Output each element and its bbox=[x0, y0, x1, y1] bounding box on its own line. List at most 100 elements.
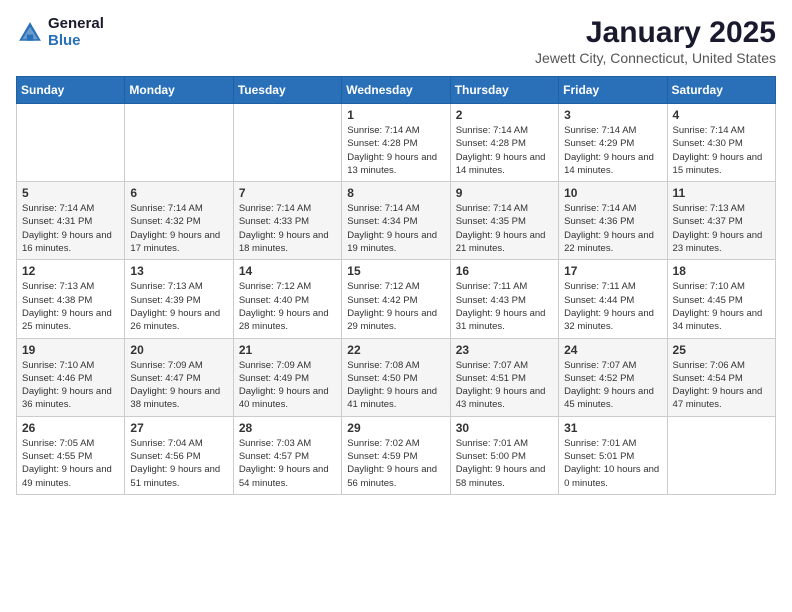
calendar-cell bbox=[233, 104, 341, 182]
sunset-label: Sunset: 4:46 PM bbox=[22, 373, 92, 384]
sunset-label: Sunset: 4:51 PM bbox=[456, 373, 526, 384]
sunset-label: Sunset: 4:54 PM bbox=[673, 373, 743, 384]
calendar-cell: 15 Sunrise: 7:12 AM Sunset: 4:42 PM Dayl… bbox=[342, 260, 450, 338]
day-number: 25 bbox=[673, 343, 770, 357]
calendar-week-row: 26 Sunrise: 7:05 AM Sunset: 4:55 PM Dayl… bbox=[17, 416, 776, 494]
day-number: 5 bbox=[22, 186, 119, 200]
day-number: 30 bbox=[456, 421, 553, 435]
calendar-cell: 29 Sunrise: 7:02 AM Sunset: 4:59 PM Dayl… bbox=[342, 416, 450, 494]
calendar-week-row: 1 Sunrise: 7:14 AM Sunset: 4:28 PM Dayli… bbox=[17, 104, 776, 182]
day-number: 7 bbox=[239, 186, 336, 200]
day-number: 13 bbox=[130, 264, 227, 278]
day-info: Sunrise: 7:05 AM Sunset: 4:55 PM Dayligh… bbox=[22, 437, 119, 490]
day-info: Sunrise: 7:12 AM Sunset: 4:40 PM Dayligh… bbox=[239, 280, 336, 333]
sunset-label: Sunset: 4:55 PM bbox=[22, 451, 92, 462]
daylight-label: Daylight: 9 hours and 36 minutes. bbox=[22, 386, 112, 410]
day-number: 6 bbox=[130, 186, 227, 200]
title-block: January 2025 Jewett City, Connecticut, U… bbox=[535, 16, 776, 66]
weekday-header: Monday bbox=[125, 77, 233, 104]
calendar-cell: 18 Sunrise: 7:10 AM Sunset: 4:45 PM Dayl… bbox=[667, 260, 775, 338]
sunset-label: Sunset: 4:32 PM bbox=[130, 216, 200, 227]
day-info: Sunrise: 7:14 AM Sunset: 4:35 PM Dayligh… bbox=[456, 202, 553, 255]
day-number: 22 bbox=[347, 343, 444, 357]
calendar-cell: 1 Sunrise: 7:14 AM Sunset: 4:28 PM Dayli… bbox=[342, 104, 450, 182]
day-info: Sunrise: 7:14 AM Sunset: 4:29 PM Dayligh… bbox=[564, 124, 661, 177]
sunset-label: Sunset: 4:49 PM bbox=[239, 373, 309, 384]
calendar-cell: 7 Sunrise: 7:14 AM Sunset: 4:33 PM Dayli… bbox=[233, 182, 341, 260]
calendar-cell: 24 Sunrise: 7:07 AM Sunset: 4:52 PM Dayl… bbox=[559, 338, 667, 416]
day-info: Sunrise: 7:13 AM Sunset: 4:39 PM Dayligh… bbox=[130, 280, 227, 333]
calendar-cell: 6 Sunrise: 7:14 AM Sunset: 4:32 PM Dayli… bbox=[125, 182, 233, 260]
calendar-cell: 27 Sunrise: 7:04 AM Sunset: 4:56 PM Dayl… bbox=[125, 416, 233, 494]
calendar-cell: 26 Sunrise: 7:05 AM Sunset: 4:55 PM Dayl… bbox=[17, 416, 125, 494]
daylight-label: Daylight: 9 hours and 43 minutes. bbox=[456, 386, 546, 410]
day-number: 17 bbox=[564, 264, 661, 278]
sunrise-label: Sunrise: 7:14 AM bbox=[673, 125, 745, 136]
weekday-row: SundayMondayTuesdayWednesdayThursdayFrid… bbox=[17, 77, 776, 104]
sunset-label: Sunset: 4:43 PM bbox=[456, 295, 526, 306]
sunrise-label: Sunrise: 7:14 AM bbox=[564, 125, 636, 136]
sunrise-label: Sunrise: 7:07 AM bbox=[456, 360, 528, 371]
sunset-label: Sunset: 4:28 PM bbox=[456, 138, 526, 149]
sunrise-label: Sunrise: 7:11 AM bbox=[564, 281, 636, 292]
calendar-cell: 16 Sunrise: 7:11 AM Sunset: 4:43 PM Dayl… bbox=[450, 260, 558, 338]
daylight-label: Daylight: 9 hours and 58 minutes. bbox=[456, 464, 546, 488]
day-number: 28 bbox=[239, 421, 336, 435]
day-number: 20 bbox=[130, 343, 227, 357]
day-info: Sunrise: 7:10 AM Sunset: 4:46 PM Dayligh… bbox=[22, 359, 119, 412]
sunset-label: Sunset: 4:35 PM bbox=[456, 216, 526, 227]
calendar-week-row: 19 Sunrise: 7:10 AM Sunset: 4:46 PM Dayl… bbox=[17, 338, 776, 416]
logo-blue: Blue bbox=[48, 33, 104, 50]
sunrise-label: Sunrise: 7:13 AM bbox=[22, 281, 94, 292]
daylight-label: Daylight: 9 hours and 32 minutes. bbox=[564, 308, 654, 332]
calendar-header: SundayMondayTuesdayWednesdayThursdayFrid… bbox=[17, 77, 776, 104]
sunset-label: Sunset: 4:29 PM bbox=[564, 138, 634, 149]
daylight-label: Daylight: 9 hours and 28 minutes. bbox=[239, 308, 329, 332]
sunset-label: Sunset: 5:01 PM bbox=[564, 451, 634, 462]
day-info: Sunrise: 7:07 AM Sunset: 4:52 PM Dayligh… bbox=[564, 359, 661, 412]
daylight-label: Daylight: 9 hours and 16 minutes. bbox=[22, 230, 112, 254]
daylight-label: Daylight: 9 hours and 51 minutes. bbox=[130, 464, 220, 488]
sunrise-label: Sunrise: 7:11 AM bbox=[456, 281, 528, 292]
weekday-header: Thursday bbox=[450, 77, 558, 104]
daylight-label: Daylight: 9 hours and 31 minutes. bbox=[456, 308, 546, 332]
day-info: Sunrise: 7:01 AM Sunset: 5:01 PM Dayligh… bbox=[564, 437, 661, 490]
day-info: Sunrise: 7:14 AM Sunset: 4:36 PM Dayligh… bbox=[564, 202, 661, 255]
day-number: 8 bbox=[347, 186, 444, 200]
calendar-cell: 22 Sunrise: 7:08 AM Sunset: 4:50 PM Dayl… bbox=[342, 338, 450, 416]
day-number: 12 bbox=[22, 264, 119, 278]
day-number: 11 bbox=[673, 186, 770, 200]
day-number: 15 bbox=[347, 264, 444, 278]
daylight-label: Daylight: 9 hours and 13 minutes. bbox=[347, 152, 437, 176]
weekday-header: Tuesday bbox=[233, 77, 341, 104]
daylight-label: Daylight: 9 hours and 34 minutes. bbox=[673, 308, 763, 332]
day-number: 31 bbox=[564, 421, 661, 435]
day-number: 18 bbox=[673, 264, 770, 278]
day-info: Sunrise: 7:14 AM Sunset: 4:32 PM Dayligh… bbox=[130, 202, 227, 255]
calendar-cell: 23 Sunrise: 7:07 AM Sunset: 4:51 PM Dayl… bbox=[450, 338, 558, 416]
sunrise-label: Sunrise: 7:04 AM bbox=[130, 438, 202, 449]
calendar-week-row: 5 Sunrise: 7:14 AM Sunset: 4:31 PM Dayli… bbox=[17, 182, 776, 260]
calendar-week-row: 12 Sunrise: 7:13 AM Sunset: 4:38 PM Dayl… bbox=[17, 260, 776, 338]
sunset-label: Sunset: 4:45 PM bbox=[673, 295, 743, 306]
sunset-label: Sunset: 4:31 PM bbox=[22, 216, 92, 227]
daylight-label: Daylight: 9 hours and 25 minutes. bbox=[22, 308, 112, 332]
daylight-label: Daylight: 9 hours and 54 minutes. bbox=[239, 464, 329, 488]
calendar-cell: 9 Sunrise: 7:14 AM Sunset: 4:35 PM Dayli… bbox=[450, 182, 558, 260]
sunset-label: Sunset: 4:56 PM bbox=[130, 451, 200, 462]
sunset-label: Sunset: 4:52 PM bbox=[564, 373, 634, 384]
sunset-label: Sunset: 4:50 PM bbox=[347, 373, 417, 384]
sunrise-label: Sunrise: 7:14 AM bbox=[347, 203, 419, 214]
sunset-label: Sunset: 4:30 PM bbox=[673, 138, 743, 149]
day-info: Sunrise: 7:14 AM Sunset: 4:31 PM Dayligh… bbox=[22, 202, 119, 255]
sunrise-label: Sunrise: 7:05 AM bbox=[22, 438, 94, 449]
sunrise-label: Sunrise: 7:12 AM bbox=[347, 281, 419, 292]
sunset-label: Sunset: 4:59 PM bbox=[347, 451, 417, 462]
day-info: Sunrise: 7:12 AM Sunset: 4:42 PM Dayligh… bbox=[347, 280, 444, 333]
day-number: 3 bbox=[564, 108, 661, 122]
calendar-cell: 14 Sunrise: 7:12 AM Sunset: 4:40 PM Dayl… bbox=[233, 260, 341, 338]
calendar-cell bbox=[17, 104, 125, 182]
daylight-label: Daylight: 9 hours and 14 minutes. bbox=[456, 152, 546, 176]
day-info: Sunrise: 7:06 AM Sunset: 4:54 PM Dayligh… bbox=[673, 359, 770, 412]
day-info: Sunrise: 7:14 AM Sunset: 4:34 PM Dayligh… bbox=[347, 202, 444, 255]
